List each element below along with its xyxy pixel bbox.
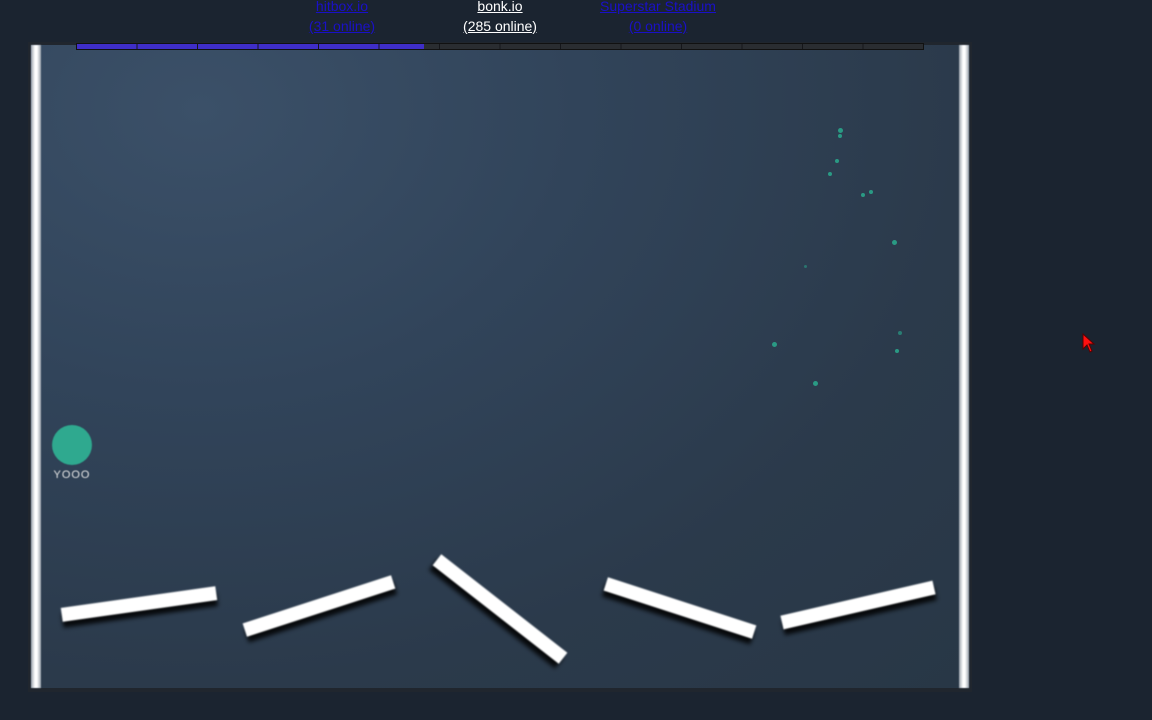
superstar-stadium-link[interactable]: Superstar Stadium (0 online) (568, 0, 748, 36)
particle (869, 190, 873, 194)
particle (813, 381, 818, 386)
superstar-link-name[interactable]: Superstar Stadium (568, 0, 748, 16)
particle (892, 240, 897, 245)
particle (838, 128, 843, 133)
hitbox-link-name[interactable]: hitbox.io (252, 0, 432, 16)
particle (835, 159, 839, 163)
particle (861, 193, 865, 197)
round-progress-bar (76, 43, 924, 50)
superstar-link-online[interactable]: (0 online) (568, 16, 748, 36)
hitbox-link-online[interactable]: (31 online) (252, 16, 432, 36)
particle (898, 331, 902, 335)
left-wall (31, 45, 41, 688)
particle (828, 172, 832, 176)
bonk-link-name[interactable]: bonk.io (410, 0, 590, 16)
particle (895, 349, 899, 353)
game-link-bar: hitbox.io (31 online) bonk.io (285 onlin… (0, 0, 1152, 40)
hitbox-link[interactable]: hitbox.io (31 online) (252, 0, 432, 36)
bonk-link-online[interactable]: (285 online) (410, 16, 590, 36)
bonk-link[interactable]: bonk.io (285 online) (410, 0, 590, 36)
player-ball (52, 425, 92, 465)
particle (838, 134, 842, 138)
particle (772, 342, 777, 347)
right-wall (959, 45, 969, 688)
red-arrow-cursor-icon (1082, 332, 1096, 353)
round-progress-ticks (77, 44, 923, 49)
particle (804, 265, 807, 268)
player-name-label: YOOO (53, 469, 91, 481)
